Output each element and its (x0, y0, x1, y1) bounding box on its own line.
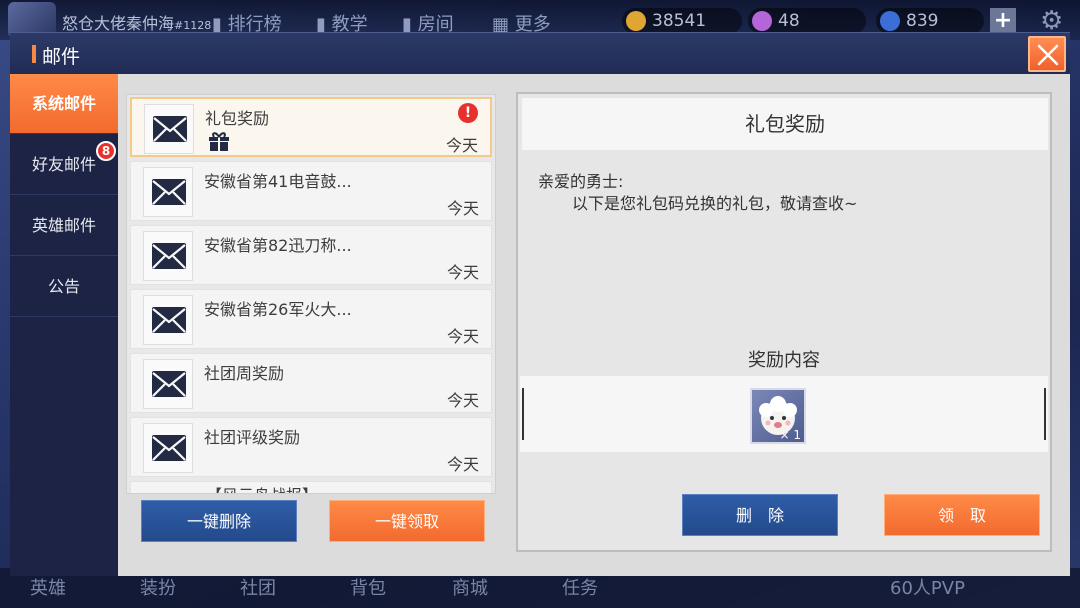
mail-item[interactable]: 安徽省第26军火大... 今天 (130, 289, 492, 349)
tab-label: 公告 (47, 277, 80, 296)
close-button[interactable] (1028, 36, 1066, 72)
mail-title: 安徽省第26军火大... (204, 300, 352, 319)
mail-date: 今天 (446, 263, 479, 282)
reward-item[interactable]: × 1 (750, 388, 806, 444)
delete-all-button[interactable]: 一键删除 (141, 500, 297, 542)
reward-quantity: × 1 (779, 428, 801, 442)
mail-date: 今天 (446, 391, 479, 410)
mail-date: 今天 (446, 327, 479, 346)
title-bar: 邮件 (10, 32, 1070, 74)
envelope-icon (144, 104, 194, 154)
claim-all-button[interactable]: 一键领取 (329, 500, 485, 542)
mail-item[interactable]: 社团周奖励 今天 (130, 353, 492, 413)
claim-button[interactable]: 领 取 (884, 494, 1040, 536)
envelope-icon (143, 231, 193, 281)
bottom-nav-outfit[interactable]: 装扮 (140, 574, 176, 600)
ticket-counter: 839 (876, 8, 984, 34)
reward-strip: × 1 (520, 376, 1048, 452)
mail-item[interactable]: 安徽省第82迅刀称... 今天 (130, 225, 492, 285)
delete-button[interactable]: 删 除 (682, 494, 838, 536)
mail-title: 安徽省第41电音鼓... (204, 172, 352, 191)
mail-item[interactable]: 【风云岛战报】 (130, 481, 492, 493)
alert-icon: ! (458, 103, 478, 123)
unread-count-badge: 8 (96, 141, 116, 161)
bottom-nav-shop[interactable]: 商城 (452, 574, 488, 600)
mail-title: 礼包奖励 (205, 109, 270, 128)
title-accent (32, 45, 36, 63)
mail-date: 今天 (445, 136, 478, 155)
bottom-nav-club[interactable]: 社团 (240, 574, 276, 600)
envelope-icon (143, 359, 193, 409)
bottom-nav-bag[interactable]: 背包 (350, 574, 386, 600)
window-title: 邮件 (42, 46, 81, 68)
mail-item[interactable]: 安徽省第41电音鼓... 今天 (130, 161, 492, 221)
envelope-icon (143, 295, 193, 345)
mail-detail-title: 礼包奖励 (522, 98, 1048, 150)
bottom-nav-heroes[interactable]: 英雄 (30, 574, 66, 600)
mail-window: 邮件 系统邮件 好友邮件 8 英雄邮件 公告 礼包奖励 ! 今天 安徽省第41电… (10, 32, 1070, 576)
gem-counter: 48 (748, 8, 866, 34)
bottom-nav-tasks[interactable]: 任务 (562, 574, 598, 600)
add-currency-button[interactable]: + (990, 8, 1016, 34)
mail-detail-panel: 礼包奖励 亲爱的勇士: 以下是您礼包码兑换的礼包，敬请查收~ 奖励内容 × 1 … (516, 92, 1052, 552)
mail-greeting: 亲爱的勇士: (538, 172, 624, 191)
tab-label: 系统邮件 (31, 94, 96, 113)
tab-label: 好友邮件 (31, 155, 96, 174)
reward-strip-left-edge (522, 388, 524, 440)
mail-title: 【风云岛战报】 (206, 482, 318, 493)
coin-icon (626, 11, 646, 31)
gem-icon (752, 11, 772, 31)
mail-message: 以下是您礼包码兑换的礼包，敬请查收~ (572, 194, 858, 213)
mail-item[interactable]: 礼包奖励 ! 今天 (130, 97, 492, 157)
mail-title: 安徽省第82迅刀称... (204, 236, 352, 255)
tab-system-mail[interactable]: 系统邮件 (10, 74, 118, 134)
envelope-icon (143, 167, 193, 217)
close-icon (1037, 44, 1059, 66)
envelope-icon (143, 423, 193, 473)
mail-list[interactable]: 礼包奖励 ! 今天 安徽省第41电音鼓... 今天 安徽省第82迅刀称... 今… (126, 94, 496, 494)
mail-title: 社团评级奖励 (204, 428, 301, 447)
tab-announcement[interactable]: 公告 (10, 257, 118, 317)
tab-label: 英雄邮件 (31, 216, 96, 235)
ticket-icon (880, 11, 900, 31)
reward-strip-right-edge (1044, 388, 1046, 440)
gold-counter: 38541 (622, 8, 742, 34)
tab-friend-mail[interactable]: 好友邮件 8 (10, 135, 118, 195)
tab-hero-mail[interactable]: 英雄邮件 (10, 196, 118, 256)
reward-heading: 奖励内容 (748, 350, 820, 371)
mail-date: 今天 (446, 455, 479, 474)
mail-item[interactable]: 社团评级奖励 今天 (130, 417, 492, 477)
mail-body: 系统邮件 好友邮件 8 英雄邮件 公告 礼包奖励 ! 今天 安徽省第41电音鼓.… (10, 74, 1070, 576)
mail-date: 今天 (446, 199, 479, 218)
player-name: 怒仓大佬秦仲海#1128 (62, 14, 212, 33)
mail-title: 社团周奖励 (204, 364, 285, 383)
mail-category-sidebar: 系统邮件 好友邮件 8 英雄邮件 公告 (10, 74, 118, 576)
bottom-nav-pvp[interactable]: 60人PVP (890, 574, 965, 600)
gift-icon (208, 131, 230, 155)
